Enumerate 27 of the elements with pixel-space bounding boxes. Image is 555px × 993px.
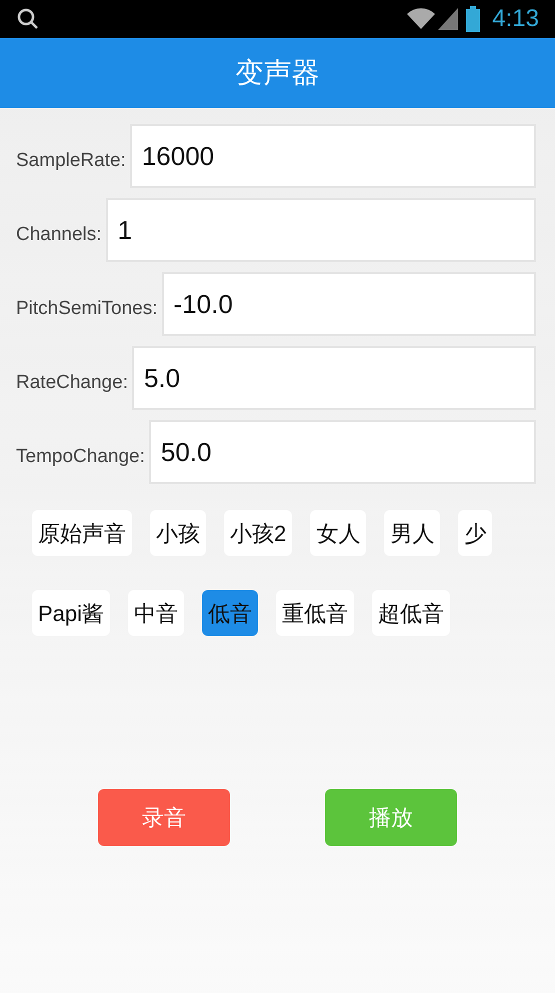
preset-chip[interactable]: 低音 <box>202 590 258 636</box>
preset-chip[interactable]: 男人 <box>384 510 440 556</box>
preset-chip[interactable]: 原始声音 <box>32 510 132 556</box>
clock: 4:13 <box>492 4 539 34</box>
field-label: SampleRate: <box>15 148 127 173</box>
battery-icon <box>466 6 480 32</box>
text-field[interactable]: 5.0 <box>132 346 536 410</box>
field-label: PitchSemiTones: <box>15 296 159 321</box>
wifi-icon <box>406 7 436 31</box>
preset-chip[interactable]: Papi酱 <box>32 590 110 636</box>
text-field[interactable]: -10.0 <box>162 272 536 336</box>
preset-chip[interactable]: 小孩 <box>150 510 206 556</box>
signal-icon <box>438 8 458 30</box>
field-label: TempoChange: <box>15 444 146 469</box>
field-label: RateChange: <box>15 370 129 395</box>
text-field[interactable]: 1 <box>106 198 536 262</box>
preset-chip[interactable]: 少 <box>458 510 492 556</box>
preset-chip[interactable]: 中音 <box>128 590 184 636</box>
search-icon <box>16 7 40 31</box>
preset-chip[interactable]: 小孩2 <box>224 510 292 556</box>
text-field[interactable]: 50.0 <box>148 420 536 484</box>
text-field[interactable]: 16000 <box>130 124 536 188</box>
preset-chip[interactable]: 女人 <box>310 510 366 556</box>
app-title: 变声器 <box>236 56 320 90</box>
preset-chip[interactable]: 重低音 <box>276 590 354 636</box>
field-label: Channels: <box>15 222 103 247</box>
preset-chip[interactable]: 超低音 <box>372 590 450 636</box>
